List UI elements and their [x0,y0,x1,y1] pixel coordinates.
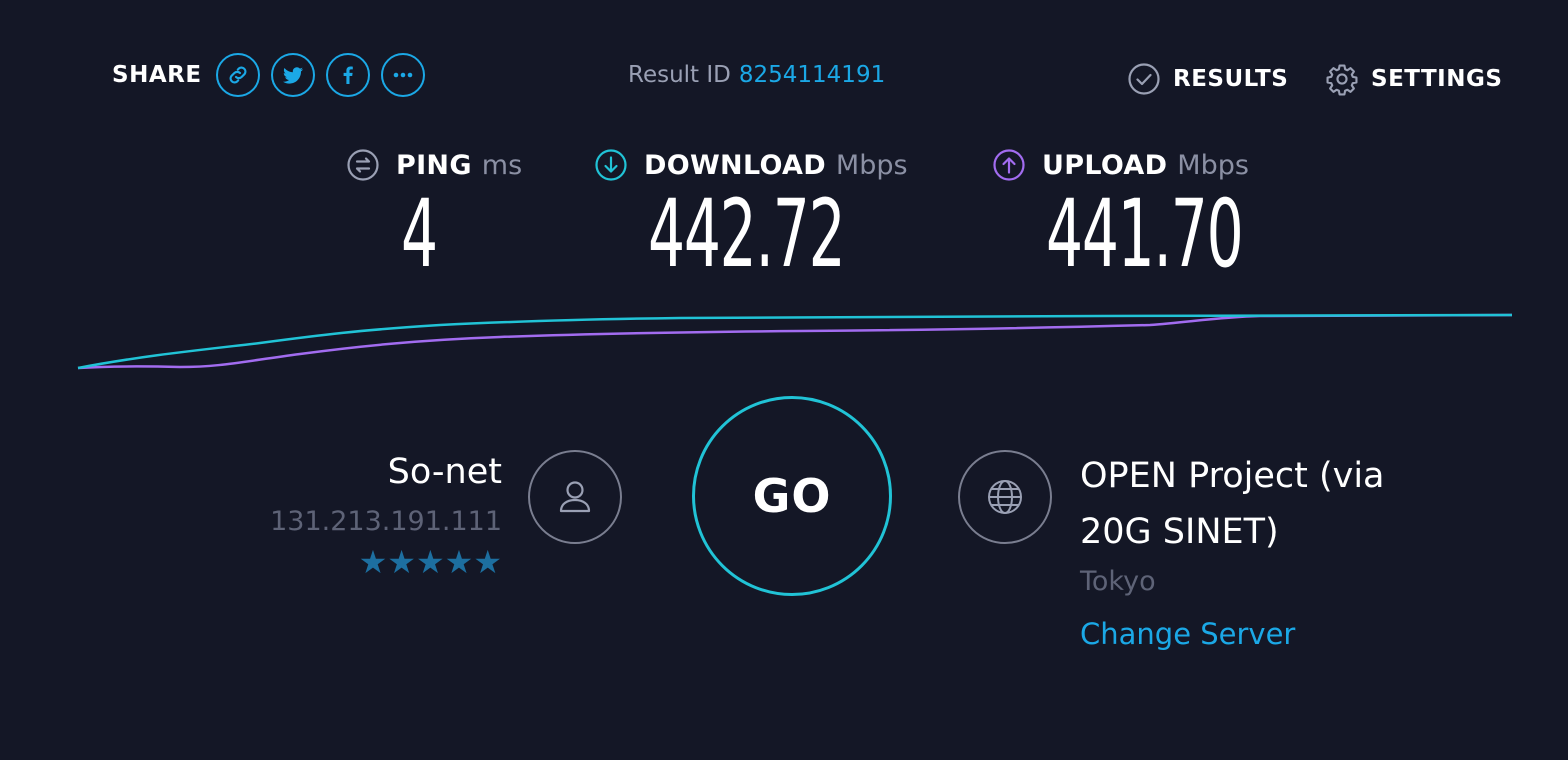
download-icon [595,149,627,181]
ping-value: 4 [401,180,438,289]
download-metric: DOWNLOAD Mbps 442.72 [594,148,908,282]
ping-header: PING ms [346,148,522,182]
result-id: Result ID 8254114191 [628,62,885,88]
ping-unit: ms [481,149,523,181]
results-button[interactable]: RESULTS [1127,62,1288,96]
go-label: GO [752,469,832,523]
share-more-button[interactable] [380,53,425,97]
facebook-icon [343,66,353,84]
link-icon [229,66,246,84]
server-location: Tokyo [1080,566,1156,597]
twitter-icon [282,67,303,84]
upload-header: UPLOAD Mbps [992,148,1249,182]
upload-value: 441.70 [1046,180,1244,289]
share-link-button[interactable] [215,53,260,97]
result-id-link[interactable]: 8254114191 [739,62,885,88]
share-bar: SHARE [112,52,436,98]
ping-metric: PING ms 4 [346,148,522,282]
download-header: DOWNLOAD Mbps [594,148,908,182]
upload-label: UPLOAD [1042,149,1168,181]
results-label: RESULTS [1173,66,1289,92]
share-label: SHARE [112,62,202,88]
share-facebook-button[interactable] [325,53,370,97]
go-button[interactable]: GO [692,396,892,596]
globe-icon [988,480,1022,514]
upload-unit: Mbps [1177,149,1249,181]
share-twitter-button[interactable] [270,53,315,97]
download-speed-line [77,313,1513,370]
isp-name: So-net [387,452,502,492]
isp-info: So-net 131.213.191.111 ★★★★★ [270,450,502,581]
settings-label: SETTINGS [1371,66,1503,92]
isp-rating-stars[interactable]: ★★★★★ [270,543,502,581]
server-name: OPEN Project (via 20G SINET) [1080,456,1385,552]
upload-speed-line [77,313,1513,370]
server-info: OPEN Project (via 20G SINET) Tokyo Chang… [1080,448,1460,651]
download-value: 442.72 [648,180,846,289]
more-icon [393,72,412,78]
download-label: DOWNLOAD [644,149,826,181]
result-id-label: Result ID [628,62,731,88]
settings-button[interactable]: SETTINGS [1325,62,1502,96]
ping-label: PING [396,149,472,181]
upload-icon [993,149,1025,181]
speedtest-result-panel: SHARE Result ID 8254114191 RESULTS SETTI… [0,0,1568,760]
check-circle-icon [1128,63,1160,95]
user-icon [559,481,591,513]
speed-graph [77,313,1513,370]
server-globe-badge [958,450,1052,544]
isp-user-avatar [528,450,622,544]
download-unit: Mbps [835,149,908,181]
upload-metric: UPLOAD Mbps 441.70 [992,148,1249,282]
change-server-link[interactable]: Change Server [1080,617,1460,651]
gear-icon [1326,64,1358,96]
isp-ip: 131.213.191.111 [270,506,502,537]
ping-icon [347,149,379,181]
